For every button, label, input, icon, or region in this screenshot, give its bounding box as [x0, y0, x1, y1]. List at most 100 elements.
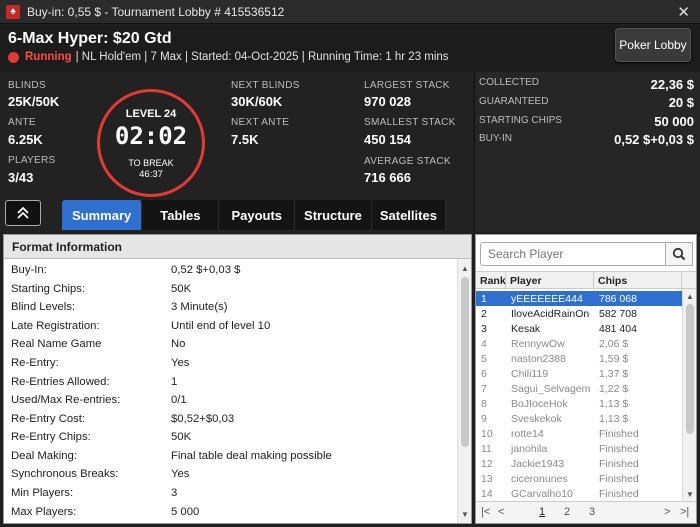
format-information-panel: Format Information Buy-In: 0,52 $+0,03 $ …	[3, 234, 472, 524]
scroll-down-icon[interactable]: ▼	[458, 507, 471, 521]
player-name: Chili119	[511, 367, 549, 380]
smallest-stack-label: SMALLEST STACK	[364, 117, 456, 128]
player-row[interactable]: 5 naston2388 1,59 $	[476, 351, 682, 366]
format-key: Re-Entry:	[11, 357, 59, 369]
player-name: Sagui_Selvagem	[511, 382, 591, 395]
search-player-input[interactable]	[480, 242, 666, 266]
format-value: Yes	[171, 468, 190, 480]
next-ante-label: NEXT ANTE	[231, 117, 290, 128]
player-rank: 7	[481, 382, 487, 395]
player-name: RennywOw	[511, 337, 565, 350]
window-close-icon[interactable]: ✕	[677, 3, 690, 21]
tournament-name: 6-Max Hyper: $20 Gtd	[8, 30, 172, 47]
format-row: Re-Entries Allowed: 1	[11, 373, 451, 391]
format-key: Re-Entry Cost:	[11, 413, 86, 425]
player-name: yEEEEEEE444	[511, 292, 583, 305]
format-value: 0,52 $+0,03 $	[171, 264, 241, 276]
format-scrollbar[interactable]: ▲ ▼	[457, 259, 471, 523]
player-row[interactable]: 4 RennywOw 2,06 $	[476, 336, 682, 351]
tab-satellites[interactable]: Satellites	[371, 200, 446, 230]
player-rank: 6	[481, 367, 487, 380]
tournament-status-line: Running | NL Hold'em | 7 Max | Started: …	[8, 51, 449, 63]
player-row[interactable]: 2 IloveAcidRainOn 582 708	[476, 306, 682, 321]
player-scrollbar[interactable]: ▲ ▼	[682, 289, 696, 501]
page-link[interactable]: 3	[589, 506, 595, 518]
page-link[interactable]: 1	[539, 506, 545, 518]
format-row: Deal Making: Final table deal making poss…	[11, 447, 451, 465]
prev-page-icon[interactable]: <	[498, 506, 504, 518]
first-page-icon[interactable]: |<	[481, 506, 490, 518]
player-name: janohila	[511, 442, 548, 455]
player-chips: 1,13 $	[599, 412, 629, 425]
player-name: Sveskekok	[511, 412, 562, 425]
scroll-down-icon[interactable]: ▼	[683, 488, 696, 500]
format-row: Re-Entry Chips: 50K	[11, 428, 451, 446]
column-rank[interactable]: Rank	[476, 272, 506, 290]
player-name: rotte14	[511, 427, 544, 440]
player-name: Kesak	[511, 322, 541, 335]
player-rank: 4	[481, 337, 487, 350]
players-value: 3/43	[8, 170, 34, 185]
search-button[interactable]	[666, 242, 693, 266]
window-title: Buy-in: 0,55 $ - Tournament Lobby # 4155…	[27, 4, 285, 19]
next-ante-value: 7.5K	[231, 132, 259, 147]
starting-chips-label: STARTING CHIPS	[479, 115, 562, 126]
player-chips: 1,13 $	[599, 397, 629, 410]
tab-payouts[interactable]: Payouts	[219, 200, 296, 230]
tab-structure[interactable]: Structure	[295, 200, 372, 230]
player-chips: 481 404	[599, 322, 637, 335]
format-key: Synchronous Breaks:	[11, 468, 119, 480]
player-chips: Finished	[599, 487, 639, 500]
level-label: LEVEL 24	[125, 108, 177, 120]
buyin-value: 0,52 $+0,03 $	[614, 132, 694, 147]
player-list-panel: Rank Player Chips 1 yEEEEEEE444 786 068 2 Il…	[475, 234, 697, 524]
poker-lobby-button[interactable]: Poker Lobby	[615, 28, 691, 62]
prize-info-panel: COLLECTED 22,36 $ GUARANTEED 20 $ STARTI…	[474, 72, 700, 232]
player-row[interactable]: 11 janohila Finished	[476, 441, 682, 456]
player-rank: 11	[481, 442, 492, 455]
starting-chips-value: 50 000	[654, 114, 694, 129]
player-rank: 2	[481, 307, 487, 320]
column-chips[interactable]: Chips	[594, 272, 682, 290]
format-row: Re-Entry Cost: $0,52+$0,03	[11, 410, 451, 428]
page-link[interactable]: 2	[564, 506, 570, 518]
scroll-up-icon[interactable]: ▲	[458, 261, 471, 275]
player-row[interactable]: 7 Sagui_Selvagem 1,22 $	[476, 381, 682, 396]
player-row[interactable]: 14 GCarvalho10 Finished	[476, 486, 682, 501]
player-row[interactable]: 6 Chili119 1,37 $	[476, 366, 682, 381]
tab-summary[interactable]: Summary	[62, 200, 143, 230]
format-row: Blind Levels: 3 Minute(s)	[11, 298, 451, 316]
blinds-value: 25K/50K	[8, 94, 60, 109]
format-row: Used/Max Re-entries: 0/1	[11, 391, 451, 409]
format-value: 5 000	[171, 506, 200, 518]
scroll-thumb[interactable]	[461, 277, 469, 447]
player-row[interactable]: 9 Sveskekok 1,13 $	[476, 411, 682, 426]
format-value: 3 Minute(s)	[171, 301, 228, 313]
last-page-icon[interactable]: >|	[680, 506, 689, 518]
player-row[interactable]: 12 Jackie1943 Finished	[476, 456, 682, 471]
collapse-button[interactable]	[5, 200, 41, 226]
status-running-label: Running	[25, 51, 72, 63]
format-key: Blind Levels:	[11, 301, 76, 313]
format-key: Buy-In:	[11, 264, 47, 276]
player-row[interactable]: 1 yEEEEEEE444 786 068	[476, 291, 682, 306]
format-key: Max Players:	[11, 506, 77, 518]
player-row[interactable]: 10 rotte14 Finished	[476, 426, 682, 441]
scroll-up-icon[interactable]: ▲	[683, 290, 696, 302]
tournament-details: | NL Hold'em | 7 Max | Started: 04-Oct-2…	[75, 51, 449, 63]
next-page-icon[interactable]: >	[664, 506, 670, 518]
smallest-stack-value: 450 154	[364, 132, 411, 147]
search-icon	[672, 247, 686, 261]
player-row[interactable]: 8 BoJIoceHok 1,13 $	[476, 396, 682, 411]
next-blinds-value: 30K/60K	[231, 94, 283, 109]
player-rank: 8	[481, 397, 487, 410]
player-row[interactable]: 3 Kesak 481 404	[476, 321, 682, 336]
tab-tables[interactable]: Tables	[142, 200, 220, 230]
player-chips: 1,37 $	[599, 367, 629, 380]
scroll-thumb[interactable]	[686, 304, 694, 434]
player-row[interactable]: 13 ciceronunes Finished	[476, 471, 682, 486]
format-row: Re-Entry: Yes	[11, 354, 451, 372]
format-value: Until end of level 10	[171, 320, 271, 332]
column-player[interactable]: Player	[506, 272, 594, 290]
player-chips: 786 068	[599, 292, 637, 305]
